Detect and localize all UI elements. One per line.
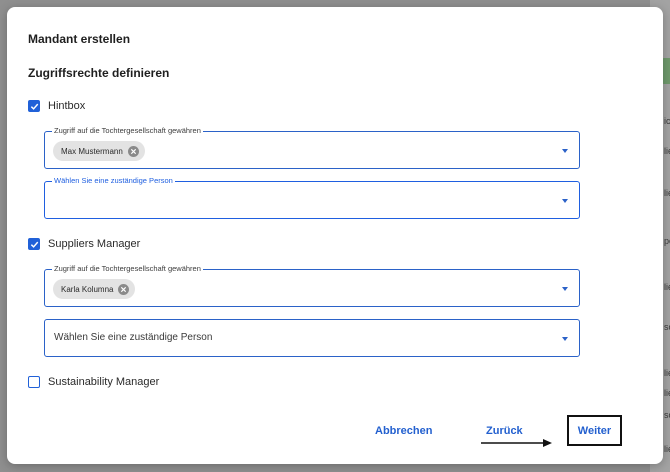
suppliers-manager-checkbox[interactable] <box>28 238 40 250</box>
hintbox-access-label: Zugriff auf die Tochtergesellschaft gewä… <box>52 125 203 137</box>
check-icon <box>30 241 38 248</box>
back-button[interactable]: Zurück <box>486 425 523 437</box>
chevron-down-icon[interactable] <box>562 149 568 153</box>
check-icon <box>30 103 38 110</box>
suppliers-manager-label: Suppliers Manager <box>48 238 141 250</box>
hintbox-checkbox[interactable] <box>28 100 40 112</box>
hintbox-label: Hintbox <box>48 100 86 112</box>
sustainability-manager-checkbox-row[interactable]: Sustainability Manager <box>28 376 159 388</box>
chip-label: Karla Kolumna <box>61 284 114 294</box>
chip-max-mustermann: Max Mustermann <box>53 141 145 161</box>
dialog-title: Mandant erstellen <box>28 32 131 46</box>
hintbox-person-label: Wählen Sie eine zuständige Person <box>52 175 175 187</box>
section-title: Zugriffsrechte definieren <box>28 66 170 80</box>
chevron-down-icon[interactable] <box>562 337 568 341</box>
hintbox-person-select[interactable]: Wählen Sie eine zuständige Person <box>44 175 580 219</box>
chevron-down-icon[interactable] <box>562 199 568 203</box>
sustainability-manager-label: Sustainability Manager <box>48 376 160 388</box>
close-icon[interactable] <box>127 145 139 157</box>
next-button[interactable]: Weiter <box>567 415 622 446</box>
cancel-button[interactable]: Abbrechen <box>375 425 432 437</box>
suppliers-access-label: Zugriff auf die Tochtergesellschaft gewä… <box>52 263 203 275</box>
suppliers-manager-checkbox-row[interactable]: Suppliers Manager <box>28 238 140 250</box>
chip-karla-kolumna: Karla Kolumna <box>53 279 136 299</box>
arrow-right-icon <box>481 439 552 447</box>
hintbox-checkbox-row[interactable]: Hintbox <box>28 100 85 112</box>
suppliers-person-placeholder: Wählen Sie eine zuständige Person <box>54 332 213 343</box>
chip-label: Max Mustermann <box>61 146 123 156</box>
create-client-dialog: Mandant erstellen Zugriffsrechte definie… <box>7 7 663 464</box>
background-button <box>662 58 670 84</box>
chevron-down-icon[interactable] <box>562 287 568 291</box>
sustainability-manager-checkbox[interactable] <box>28 376 40 388</box>
hintbox-access-select[interactable]: Zugriff auf die Tochtergesellschaft gewä… <box>44 125 580 169</box>
suppliers-access-select[interactable]: Zugriff auf die Tochtergesellschaft gewä… <box>44 263 580 307</box>
suppliers-person-select[interactable]: Wählen Sie eine zuständige Person <box>44 319 580 357</box>
close-icon[interactable] <box>118 283 130 295</box>
